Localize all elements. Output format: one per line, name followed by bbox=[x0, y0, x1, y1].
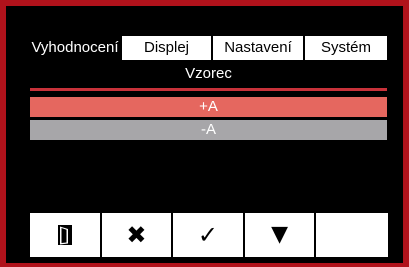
tab-vyhodnoceni[interactable]: Vyhodnocení bbox=[30, 36, 122, 60]
tab-nastaveni[interactable]: Nastavení bbox=[213, 36, 305, 60]
check-icon: ✓ bbox=[197, 221, 219, 249]
exit-button[interactable] bbox=[30, 213, 102, 257]
list-item-plus-a[interactable]: +A bbox=[30, 97, 387, 117]
list-item-minus-a[interactable]: -A bbox=[30, 120, 387, 140]
section-title: Vzorec bbox=[185, 65, 232, 82]
tab-bar: Vyhodnocení Displej Nastavení Systém bbox=[30, 36, 387, 60]
close-icon: ✖ bbox=[126, 221, 147, 249]
exit-door-icon bbox=[57, 225, 72, 245]
title-divider bbox=[30, 88, 387, 91]
bottom-toolbar: ✖ ✓ ▼ bbox=[30, 213, 388, 257]
arrow-down-icon: ▼ bbox=[271, 222, 289, 247]
empty-toolbar-button[interactable] bbox=[316, 213, 388, 257]
confirm-button[interactable]: ✓ bbox=[173, 213, 245, 257]
cancel-button[interactable]: ✖ bbox=[101, 213, 174, 257]
tab-system[interactable]: Systém bbox=[305, 36, 387, 60]
tab-displej[interactable]: Displej bbox=[122, 36, 213, 60]
down-button[interactable]: ▼ bbox=[244, 213, 317, 257]
